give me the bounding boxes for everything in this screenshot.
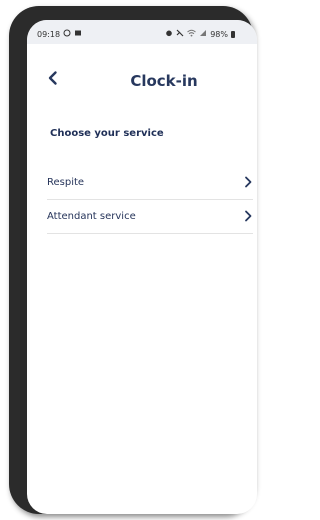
app-screen: 09:18 98% Clock-in Choose your service R… [27,20,257,514]
section-heading: Choose your service [50,128,164,139]
page-title: Clock-in [130,72,198,90]
service-label: Respite [47,177,85,188]
notification-icon [74,29,82,39]
status-left: 09:18 [37,29,82,39]
signal-icon [199,29,207,39]
battery-icon [231,30,235,38]
header: Clock-in [27,44,257,104]
status-right: 98% [165,29,235,39]
mute-icon [176,29,184,39]
whatsapp-icon [63,29,71,39]
battery-percent: 98% [210,29,228,39]
alarm-icon [165,29,173,39]
status-bar: 09:18 98% [27,20,257,44]
chevron-right-icon [245,176,252,188]
service-item-respite[interactable]: Respite [47,166,253,200]
wifi-icon [187,29,197,39]
service-label: Attendant service [47,211,136,222]
chevron-right-icon [245,210,252,222]
service-list: Respite Attendant service [47,166,253,234]
phone-frame: 09:18 98% Clock-in Choose your service R… [9,6,257,514]
service-item-attendant-service[interactable]: Attendant service [47,200,253,234]
status-time: 09:18 [37,29,61,39]
